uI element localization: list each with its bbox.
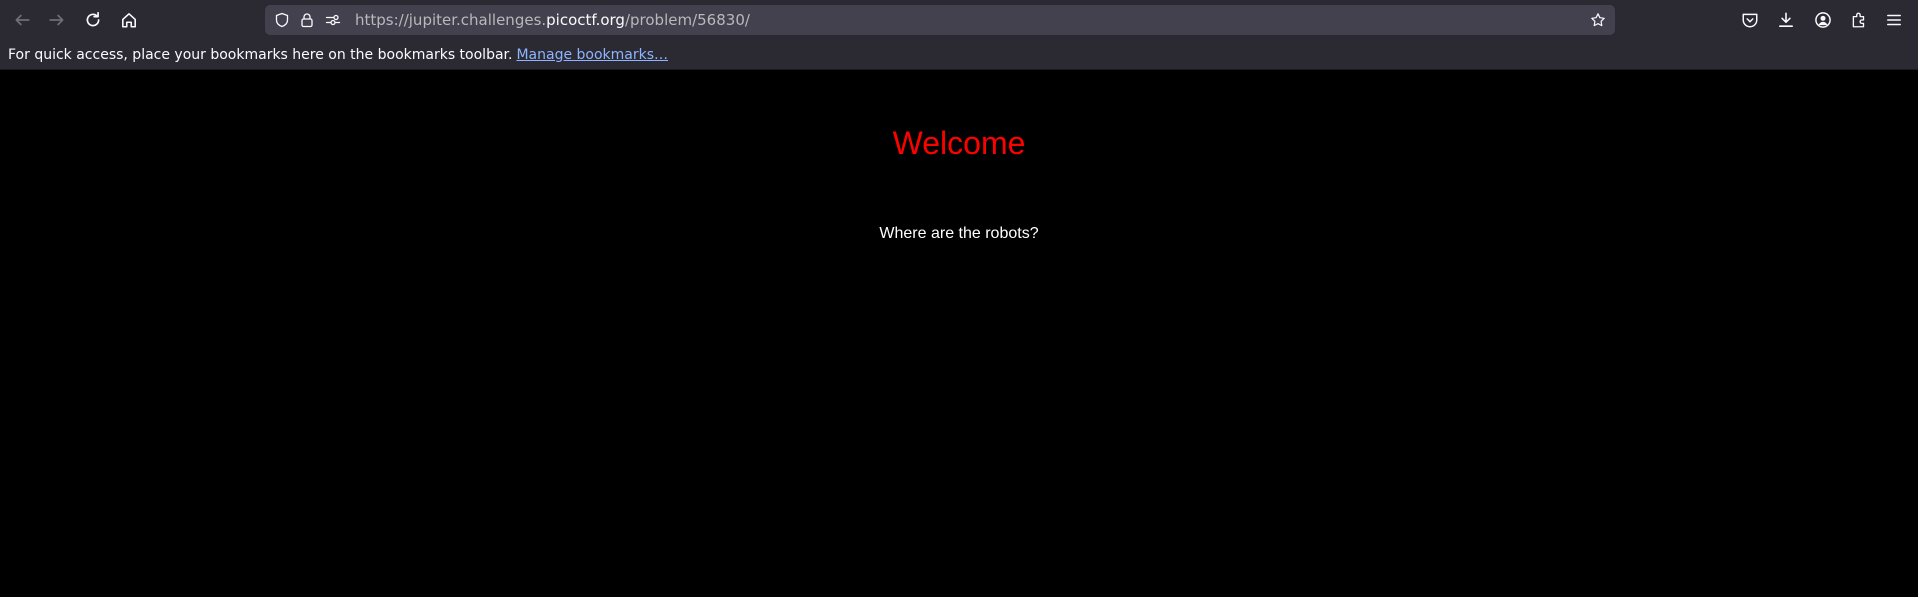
- back-icon: [15, 14, 30, 26]
- page-content: Welcome Where are the robots?: [0, 70, 1918, 597]
- pocket-button[interactable]: [1739, 9, 1761, 31]
- reload-icon: [86, 11, 100, 27]
- browser-toolbar: https://jupiter.challenges.picoctf.org/p…: [0, 0, 1918, 40]
- app-menu-button[interactable]: [1883, 9, 1905, 31]
- account-icon: [1815, 12, 1831, 28]
- forward-icon: [49, 14, 64, 26]
- permissions-icon: [325, 14, 341, 26]
- forward-button[interactable]: [43, 6, 71, 34]
- lock-icon: [301, 13, 313, 28]
- bookmarks-message: For quick access, place your bookmarks h…: [8, 46, 513, 63]
- menu-icon: [1887, 14, 1901, 26]
- extensions-icon: [1852, 12, 1865, 28]
- extensions-button[interactable]: [1848, 9, 1870, 31]
- home-icon: [122, 13, 136, 28]
- shield-icon: [275, 12, 289, 28]
- reload-button[interactable]: [79, 6, 107, 34]
- url-bar[interactable]: https://jupiter.challenges.picoctf.org/p…: [265, 5, 1615, 35]
- tracking-protection-button[interactable]: [273, 11, 291, 29]
- page-text: Where are the robots?: [879, 225, 1039, 242]
- download-icon: [1779, 12, 1793, 27]
- permissions-button[interactable]: [324, 11, 342, 29]
- manage-bookmarks-link[interactable]: Manage bookmarks…: [516, 47, 668, 63]
- home-button[interactable]: [115, 6, 143, 34]
- account-button[interactable]: [1812, 9, 1834, 31]
- url-text[interactable]: https://jupiter.challenges.picoctf.org/p…: [355, 5, 750, 35]
- url-prefix: https://jupiter.challenges.: [355, 11, 547, 29]
- url-domain: picoctf.org: [546, 11, 625, 29]
- url-path: /problem/56830/: [624, 11, 750, 29]
- back-button[interactable]: [8, 6, 36, 34]
- site-security-button[interactable]: [298, 11, 316, 29]
- page-heading: Welcome: [892, 125, 1026, 161]
- star-icon: [1591, 13, 1605, 27]
- pocket-icon: [1742, 13, 1758, 28]
- bookmark-star-button[interactable]: [1589, 11, 1607, 29]
- downloads-button[interactable]: [1775, 9, 1797, 31]
- bookmarks-toolbar: For quick access, place your bookmarks h…: [0, 40, 1918, 70]
